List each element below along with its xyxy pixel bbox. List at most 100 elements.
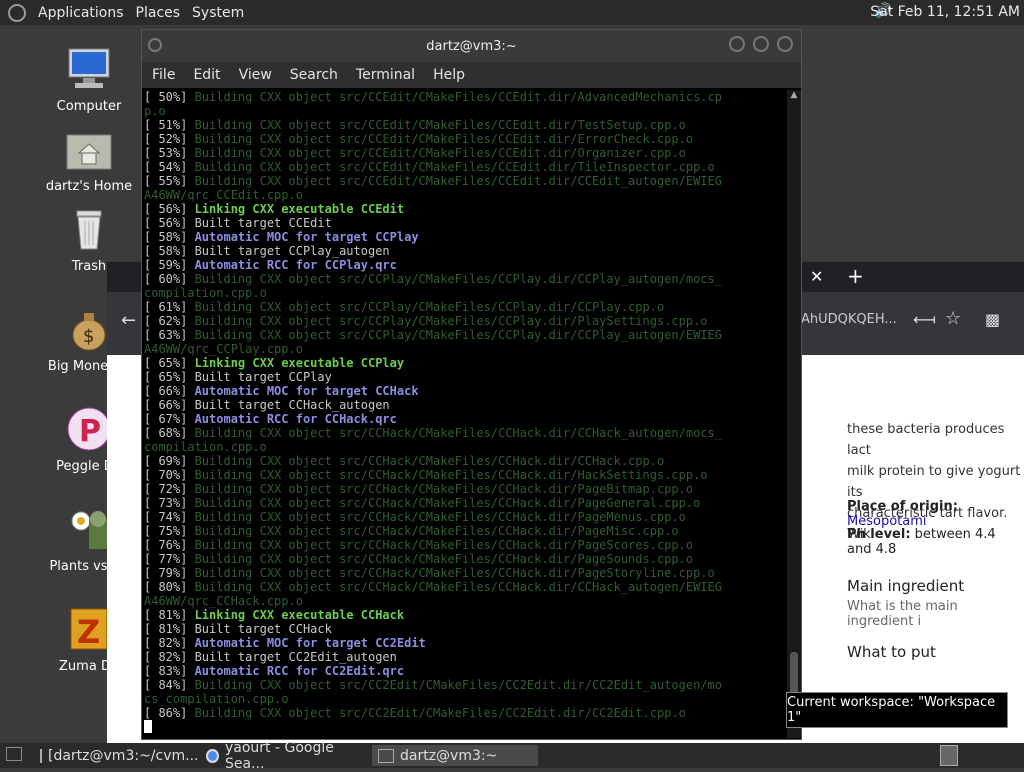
- menu-system[interactable]: System: [186, 5, 250, 21]
- terminal-titlebar[interactable]: dartz@vm3:~: [142, 30, 801, 62]
- progress-percent: [ 50%]: [144, 90, 188, 104]
- main-ingredient-heading[interactable]: Main ingredient: [847, 577, 964, 595]
- terminal-line-text: Built target CCHack: [187, 622, 332, 636]
- taskbar-label: yaourt - Google Sea...: [224, 739, 334, 772]
- terminal-line: [ 58%] Automatic MOC for target CCPlay: [144, 230, 786, 244]
- share-icon[interactable]: ⟻: [913, 310, 936, 329]
- svg-text:P: P: [79, 414, 101, 449]
- url-fragment[interactable]: AhUDQKQEH...: [801, 312, 897, 327]
- window-menu-icon[interactable]: [148, 38, 162, 52]
- terminal-line: [ 75%] Building CXX object src/CCHack/CM…: [144, 524, 786, 538]
- progress-percent: [ 68%]: [144, 426, 188, 440]
- menu-search[interactable]: Search: [290, 67, 338, 83]
- progress-percent: [ 66%]: [144, 384, 188, 398]
- menu-places[interactable]: Places: [130, 5, 187, 21]
- progress-percent: [ 59%]: [144, 258, 188, 272]
- terminal-line: [ 73%] Building CXX object src/CCHack/CM…: [144, 496, 786, 510]
- terminal-line-text: p.o: [144, 104, 166, 118]
- progress-percent: [ 66%]: [144, 398, 188, 412]
- terminal-line-text: cs_compilation.cpp.o: [144, 692, 289, 706]
- desktop-icon-home[interactable]: dartz's Home: [34, 125, 144, 194]
- terminal-line: [ 84%] Building CXX object src/CC2Edit/C…: [144, 678, 786, 692]
- place-label: Place of origin:: [847, 499, 958, 514]
- terminal-line-text: Building CXX object src/CCPlay/CMakeFile…: [187, 328, 722, 342]
- terminal-line-text: Building CXX object src/CCHack/CMakeFile…: [187, 538, 694, 552]
- terminal-line-text: A46WW/qrc_CCEdit.cpp.o: [144, 188, 303, 202]
- terminal-window[interactable]: dartz@vm3:~ File Edit View Search Termin…: [141, 29, 802, 740]
- show-desktop-icon[interactable]: [6, 747, 22, 761]
- terminal-line-text: Building CXX object src/CCHack/CMakeFile…: [187, 454, 665, 468]
- svg-text:Z: Z: [77, 613, 100, 651]
- taskbar-item-terminal-cvm[interactable]: [dartz@vm3:~/cvm...: [34, 745, 199, 766]
- workspace-tooltip: Current workspace: "Workspace 1": [786, 692, 1008, 728]
- taskbar-item-browser[interactable]: yaourt - Google Sea...: [200, 740, 368, 772]
- bookmark-star-icon[interactable]: ☆: [945, 308, 961, 329]
- terminal-line: [ 60%] Building CXX object src/CCPlay/CM…: [144, 272, 786, 286]
- workspace-switcher[interactable]: [940, 745, 958, 766]
- progress-percent: [ 65%]: [144, 370, 188, 384]
- progress-percent: [ 51%]: [144, 118, 188, 132]
- desktop-icon-computer[interactable]: Computer: [34, 45, 144, 114]
- terminal-scrollbar[interactable]: ▲: [787, 90, 801, 738]
- terminal-line-text: Automatic MOC for target CCHack: [187, 384, 419, 398]
- gnome-logo-icon[interactable]: [8, 3, 26, 22]
- close-icon[interactable]: [777, 36, 793, 52]
- terminal-line-text: Automatic RCC for CCHack.qrc: [187, 412, 397, 426]
- scroll-up-arrow-icon[interactable]: ▲: [787, 90, 801, 100]
- computer-icon: [65, 45, 113, 93]
- desktop-icon-label: Computer: [56, 99, 122, 114]
- terminal-line-text: Building CXX object src/CCHack/CMakeFile…: [187, 510, 686, 524]
- what-to-put-heading[interactable]: What to put: [847, 643, 936, 661]
- terminal-line: [ 55%] Building CXX object src/CCEdit/CM…: [144, 174, 786, 188]
- terminal-line: [ 66%] Automatic MOC for target CCHack: [144, 384, 786, 398]
- progress-percent: [ 56%]: [144, 202, 188, 216]
- minimize-icon[interactable]: [729, 36, 745, 52]
- terminal-line: [ 50%] Building CXX object src/CCEdit/CM…: [144, 90, 786, 104]
- terminal-line-text: compilation.cpp.o: [144, 286, 267, 300]
- progress-percent: [ 70%]: [144, 468, 188, 482]
- taskbar-item-terminal[interactable]: dartz@vm3:~: [372, 745, 538, 766]
- new-tab-icon[interactable]: +: [847, 264, 864, 288]
- terminal-line: [ 79%] Building CXX object src/CCHack/CM…: [144, 566, 786, 580]
- terminal-line-text: Building CXX object src/CCEdit/CMakeFile…: [187, 174, 722, 188]
- plants-icon: [65, 505, 113, 553]
- terminal-line-text: Building CXX object src/CCHack/CMakeFile…: [187, 566, 715, 580]
- terminal-line: [ 51%] Building CXX object src/CCEdit/CM…: [144, 118, 786, 132]
- terminal-line: A46WW/qrc_CCPlay.cpp.o: [144, 342, 786, 356]
- terminal-line: [ 59%] Automatic RCC for CCPlay.qrc: [144, 258, 786, 272]
- tab-close-icon[interactable]: ✕: [810, 267, 823, 286]
- progress-percent: [ 83%]: [144, 664, 188, 678]
- maximize-icon[interactable]: [753, 36, 769, 52]
- menu-file[interactable]: File: [152, 67, 175, 83]
- terminal-line-text: Automatic RCC for CC2Edit.qrc: [187, 664, 405, 678]
- terminal-line-text: Building CXX object src/CCEdit/CMakeFile…: [187, 160, 715, 174]
- trash-icon: [65, 205, 113, 253]
- menu-applications[interactable]: Applications: [32, 5, 130, 21]
- menu-view[interactable]: View: [239, 67, 272, 83]
- progress-percent: [ 58%]: [144, 230, 188, 244]
- progress-percent: [ 56%]: [144, 216, 188, 230]
- terminal-line-text: Linking CXX executable CCPlay: [187, 356, 405, 370]
- terminal-line-text: Building CXX object src/CCEdit/CMakeFile…: [187, 90, 722, 104]
- terminal-output[interactable]: [ 50%] Building CXX object src/CCEdit/CM…: [144, 90, 786, 738]
- menu-help[interactable]: Help: [433, 67, 465, 83]
- terminal-line: A46WW/qrc_CCEdit.cpp.o: [144, 188, 786, 202]
- extensions-icon[interactable]: ▩: [985, 310, 1000, 329]
- terminal-line: compilation.cpp.o: [144, 286, 786, 300]
- clock[interactable]: Sat Feb 11, 12:51 AM: [870, 4, 1020, 20]
- terminal-line: [ 82%] Automatic MOC for target CC2Edit: [144, 636, 786, 650]
- progress-percent: [ 63%]: [144, 328, 188, 342]
- progress-percent: [ 74%]: [144, 510, 188, 524]
- progress-percent: [ 81%]: [144, 622, 188, 636]
- terminal-line-text: Linking CXX executable CCEdit: [187, 202, 405, 216]
- terminal-line-text: Building CXX object src/CCHack/CMakeFile…: [187, 552, 694, 566]
- progress-percent: [ 82%]: [144, 636, 188, 650]
- terminal-line-text: Automatic RCC for CCPlay.qrc: [187, 258, 397, 272]
- menu-terminal[interactable]: Terminal: [356, 67, 415, 83]
- menu-edit[interactable]: Edit: [193, 67, 220, 83]
- terminal-line-text: Building CXX object src/CC2Edit/CMakeFil…: [187, 706, 686, 720]
- back-icon[interactable]: ←: [121, 310, 136, 331]
- terminal-line-text: Built target CC2Edit_autogen: [187, 650, 397, 664]
- progress-percent: [ 80%]: [144, 580, 188, 594]
- progress-percent: [ 72%]: [144, 482, 188, 496]
